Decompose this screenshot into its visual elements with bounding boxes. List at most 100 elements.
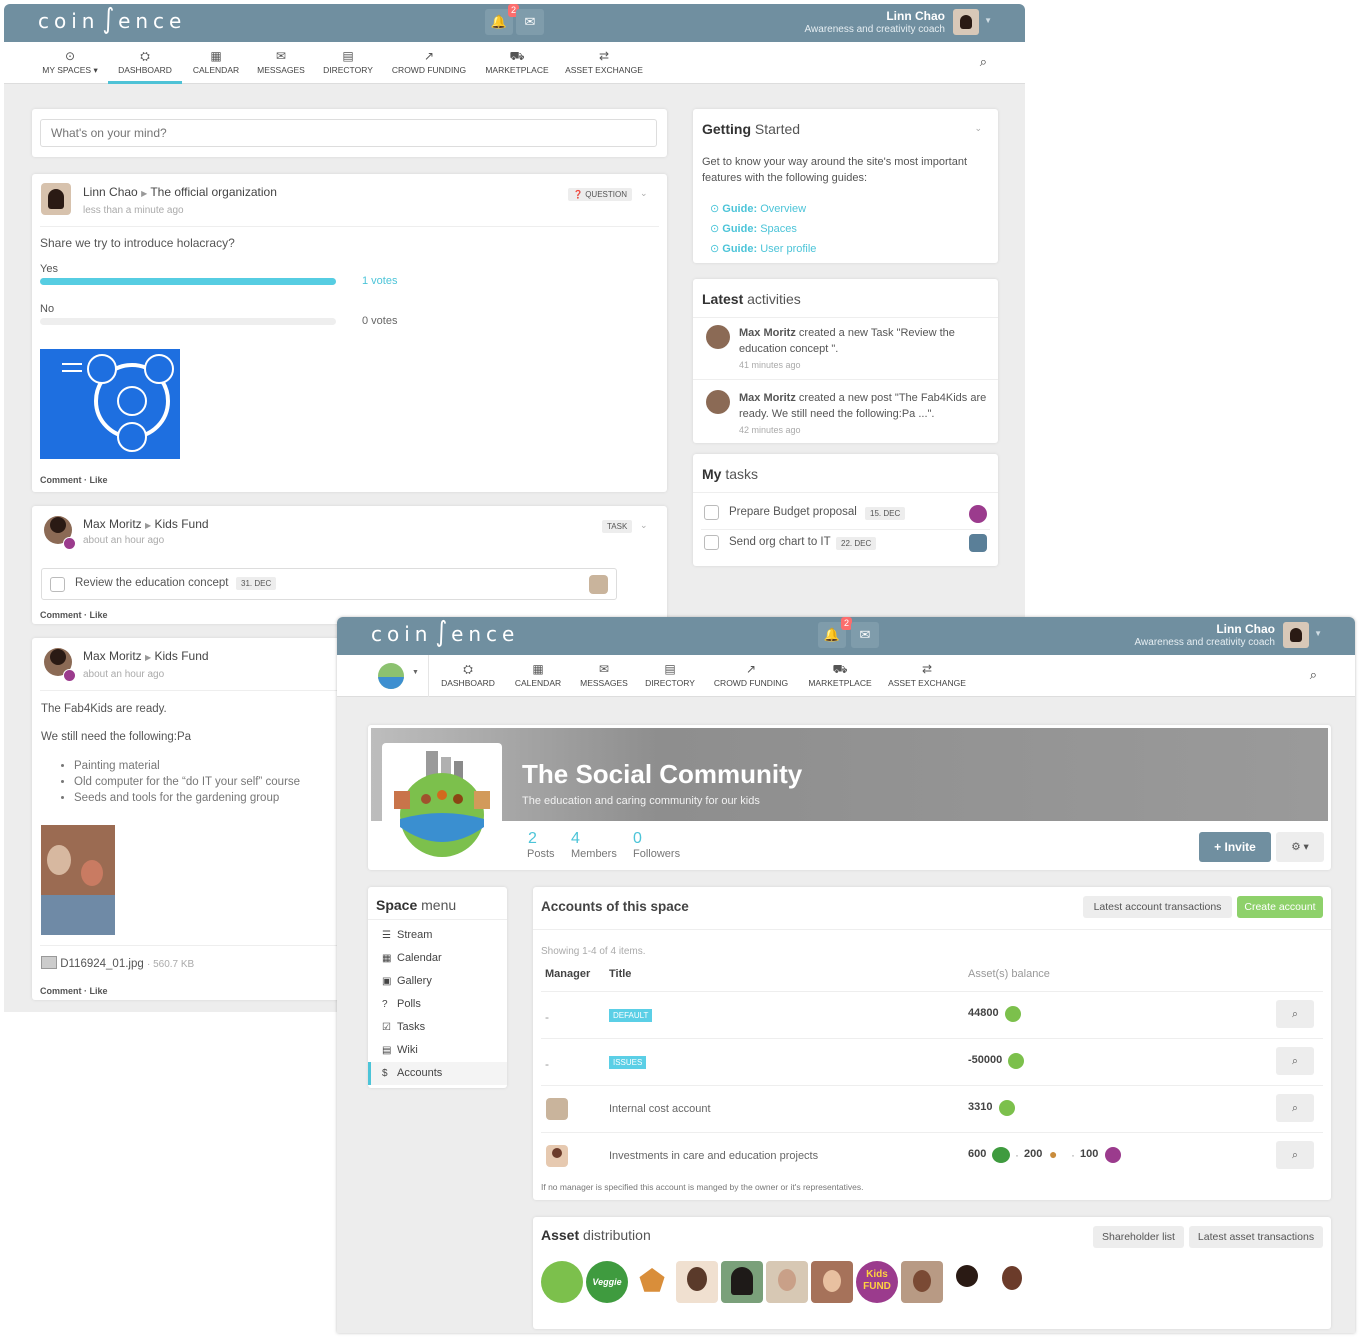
- avatar[interactable]: [969, 505, 987, 523]
- shareholder-list-button[interactable]: Shareholder list: [1093, 1226, 1184, 1248]
- view-account-button[interactable]: ⌕: [1276, 1000, 1314, 1028]
- avatar[interactable]: [706, 325, 730, 349]
- view-account-button[interactable]: ⌕: [1276, 1094, 1314, 1122]
- avatar[interactable]: [953, 9, 979, 35]
- activity-item[interactable]: Max Moritz created a new post "The Fab4K…: [739, 390, 989, 438]
- holacracy-diagram-image[interactable]: [40, 349, 180, 459]
- veggie-avatar[interactable]: Veggie: [586, 1261, 628, 1303]
- user-menu[interactable]: Linn Chao Awareness and creativity coach: [1135, 622, 1275, 648]
- stat-posts[interactable]: 2 Posts: [527, 830, 555, 860]
- post-input[interactable]: [40, 119, 657, 147]
- nav-directory[interactable]: ▤ DIRECTORY: [643, 655, 697, 697]
- poll-votes[interactable]: 1 votes: [362, 275, 397, 287]
- nav-my-spaces[interactable]: ⊙ MY SPACES ▾: [38, 42, 102, 84]
- search-icon[interactable]: ⌕: [980, 54, 987, 70]
- chevron-down-icon[interactable]: ▼: [412, 669, 419, 676]
- space-link[interactable]: The official organization: [150, 185, 277, 199]
- nav-dashboard[interactable]: ⛭ DASHBOARD: [438, 655, 498, 697]
- author-link[interactable]: Max Moritz: [83, 517, 142, 531]
- file-name[interactable]: D116924_01.jpg: [60, 958, 144, 970]
- chevron-down-icon[interactable]: ⌄: [974, 123, 982, 134]
- menu-wiki[interactable]: ▤ Wiki: [368, 1039, 507, 1062]
- menu-tasks[interactable]: ☑ Tasks: [368, 1016, 507, 1039]
- messages-button[interactable]: ✉: [851, 622, 879, 648]
- nav-marketplace[interactable]: ⛟ MARKETPLACE: [805, 655, 875, 697]
- nav-marketplace[interactable]: ⛟ MARKETPLACE: [482, 42, 552, 84]
- like-link[interactable]: Like: [90, 610, 108, 620]
- guide-link[interactable]: ⊙ Guide: User profile: [710, 239, 816, 259]
- logo[interactable]: coin ∫ ence: [38, 5, 186, 34]
- nav-crowd-funding[interactable]: ↗ CROWD FUNDING: [711, 655, 791, 697]
- col-manager[interactable]: Manager: [545, 968, 590, 980]
- chevron-down-icon[interactable]: ⌄: [640, 520, 648, 531]
- menu-gallery[interactable]: ▣ Gallery: [368, 970, 507, 993]
- comment-link[interactable]: Comment: [40, 986, 82, 996]
- avatar[interactable]: [1283, 622, 1309, 648]
- logo[interactable]: coin ∫ ence: [371, 618, 519, 647]
- settings-button[interactable]: ⚙ ▾: [1276, 832, 1324, 862]
- avatar[interactable]: [766, 1261, 808, 1303]
- avatar[interactable]: [901, 1261, 943, 1303]
- avatar[interactable]: [969, 534, 987, 552]
- invite-button[interactable]: + Invite: [1199, 832, 1271, 862]
- user-menu[interactable]: Linn Chao Awareness and creativity coach: [805, 9, 945, 35]
- stat-members[interactable]: 4 Members: [571, 830, 617, 860]
- activity-item[interactable]: Max Moritz created a new Task "Review th…: [739, 325, 989, 373]
- guide-link[interactable]: ⊙ Guide: Overview: [710, 199, 816, 219]
- classroom-photo[interactable]: [41, 825, 115, 935]
- avatar[interactable]: [546, 1145, 568, 1167]
- avatar[interactable]: [706, 390, 730, 414]
- author-link[interactable]: Max Moritz: [83, 649, 142, 663]
- menu-polls[interactable]: ? Polls: [368, 993, 507, 1016]
- nav-calendar[interactable]: ▦ CALENDAR: [512, 655, 564, 697]
- author-link[interactable]: Linn Chao: [83, 185, 138, 199]
- avatar[interactable]: [676, 1261, 718, 1303]
- africa-map-icon[interactable]: ⬟: [631, 1261, 673, 1303]
- space-link[interactable]: Kids Fund: [155, 649, 209, 663]
- avatar[interactable]: [721, 1261, 763, 1303]
- space-logo[interactable]: [382, 743, 502, 861]
- chevron-down-icon[interactable]: ▼: [984, 16, 992, 25]
- community-avatar[interactable]: [541, 1261, 583, 1303]
- guide-link[interactable]: ⊙ Guide: Spaces: [710, 219, 816, 239]
- nav-crowd-funding[interactable]: ↗ CROWD FUNDING: [389, 42, 469, 84]
- comment-link[interactable]: Comment: [40, 610, 82, 620]
- latest-asset-transactions-button[interactable]: Latest asset transactions: [1189, 1226, 1323, 1248]
- task-checkbox[interactable]: [704, 535, 719, 550]
- menu-accounts[interactable]: $ Accounts: [368, 1062, 507, 1085]
- space-link[interactable]: Kids Fund: [155, 517, 209, 531]
- messages-button[interactable]: ✉: [516, 9, 544, 35]
- avatar[interactable]: [991, 1261, 1033, 1303]
- avatar[interactable]: [811, 1261, 853, 1303]
- nav-asset-exchange[interactable]: ⇄ ASSET EXCHANGE: [887, 655, 967, 697]
- task-checkbox[interactable]: [50, 577, 65, 592]
- nav-asset-exchange[interactable]: ⇄ ASSET EXCHANGE: [564, 42, 644, 84]
- chevron-down-icon[interactable]: ⌄: [640, 188, 648, 199]
- nav-directory[interactable]: ▤ DIRECTORY: [320, 42, 376, 84]
- like-link[interactable]: Like: [90, 475, 108, 485]
- menu-stream[interactable]: ☰ Stream: [368, 924, 507, 947]
- menu-calendar[interactable]: ▦ Calendar: [368, 947, 507, 970]
- chevron-down-icon[interactable]: ▼: [1314, 629, 1322, 638]
- task-checkbox[interactable]: [704, 505, 719, 520]
- stat-followers[interactable]: 0 Followers: [633, 830, 680, 860]
- col-title[interactable]: Title: [609, 968, 631, 980]
- avatar[interactable]: [589, 575, 608, 594]
- nav-dashboard[interactable]: ⛭ DASHBOARD: [108, 42, 182, 84]
- latest-transactions-button[interactable]: Latest account transactions: [1083, 896, 1232, 918]
- comment-link[interactable]: Comment: [40, 475, 82, 485]
- avatar[interactable]: [41, 183, 71, 215]
- nav-messages[interactable]: ✉ MESSAGES: [254, 42, 308, 84]
- view-account-button[interactable]: ⌕: [1276, 1047, 1314, 1075]
- attachment[interactable]: D116924_01.jpg · 560.7 KB: [41, 956, 194, 970]
- create-account-button[interactable]: Create account: [1237, 896, 1323, 918]
- nav-calendar[interactable]: ▦ CALENDAR: [190, 42, 242, 84]
- notifications-button[interactable]: 🔔 2: [818, 617, 852, 648]
- avatar[interactable]: [546, 1098, 568, 1120]
- notifications-button[interactable]: 🔔 2: [485, 4, 519, 35]
- avatar[interactable]: [946, 1261, 988, 1303]
- kids-fund-avatar[interactable]: Kids FUND: [856, 1261, 898, 1303]
- search-icon[interactable]: ⌕: [1310, 667, 1317, 683]
- like-link[interactable]: Like: [90, 986, 108, 996]
- nav-messages[interactable]: ✉ MESSAGES: [577, 655, 631, 697]
